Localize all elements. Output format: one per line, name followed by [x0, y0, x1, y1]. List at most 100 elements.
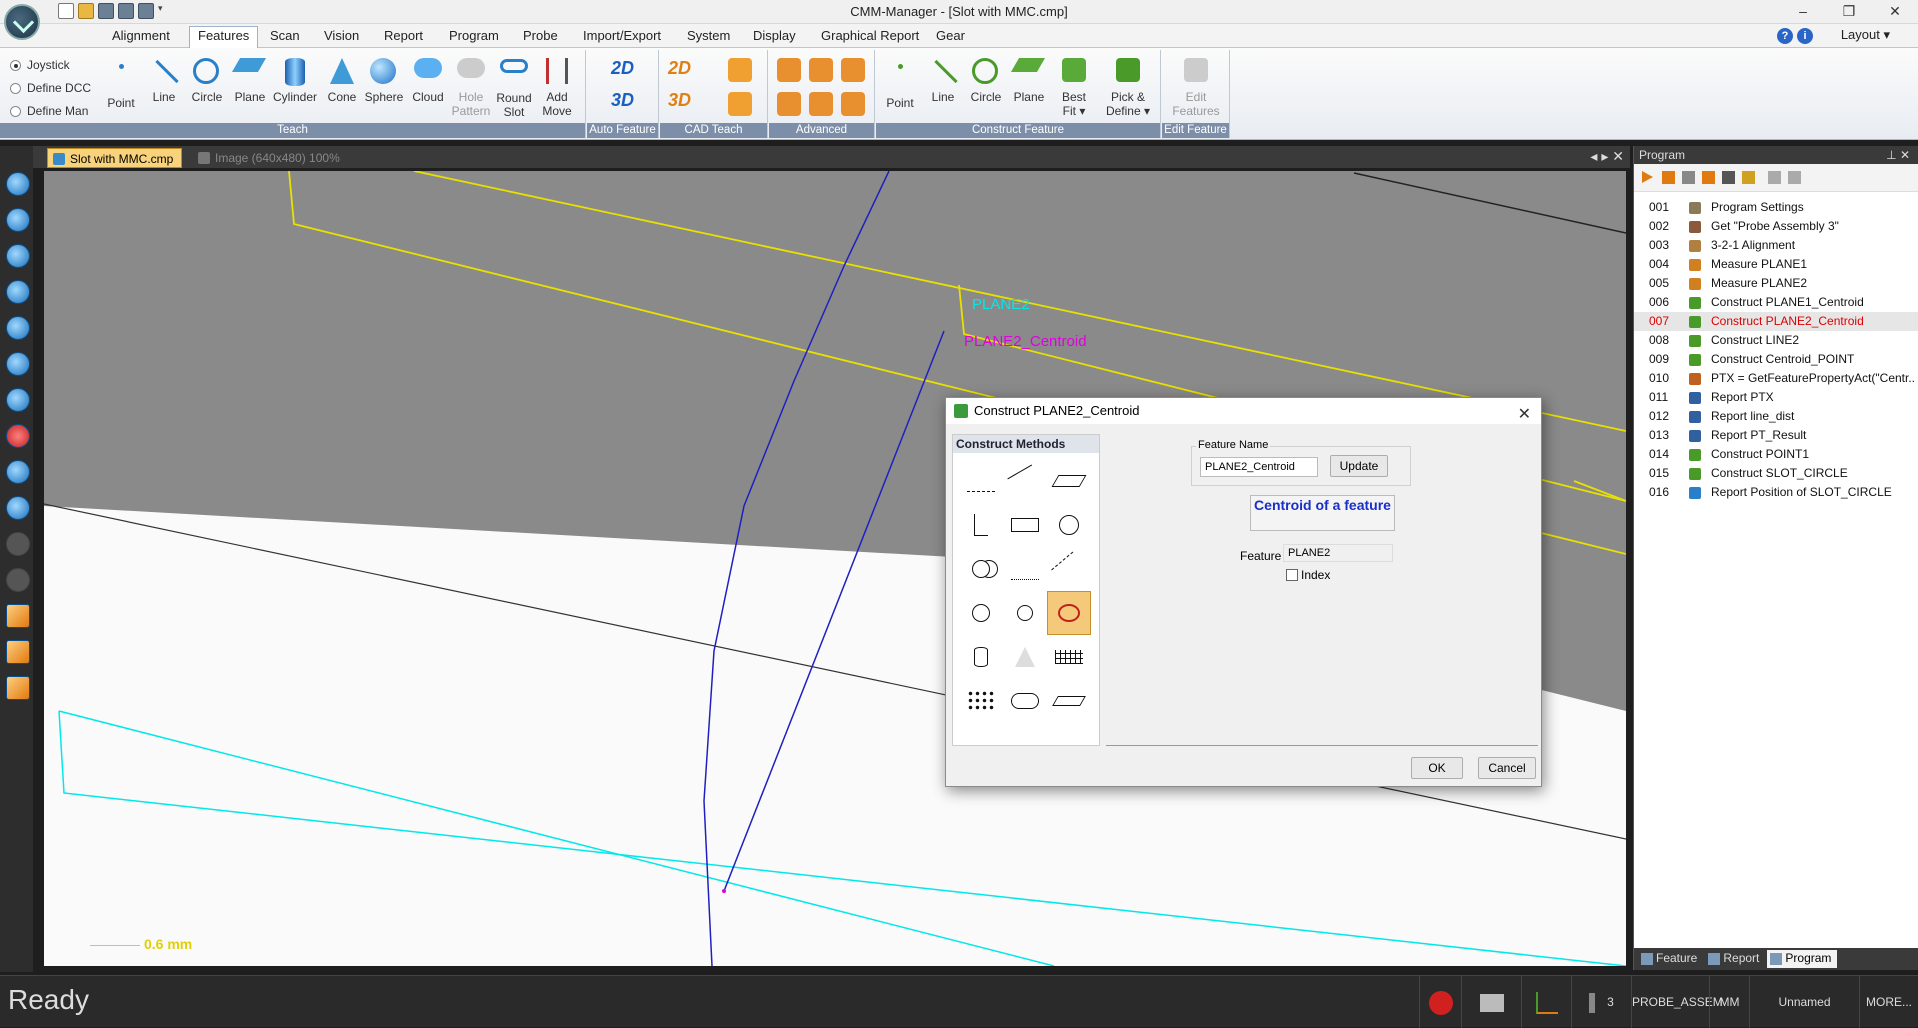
auto-3d-button[interactable]: 3D: [611, 90, 634, 111]
probe-name[interactable]: PROBE_ASSEM: [1631, 976, 1723, 1028]
method-circle-tangent[interactable]: [1003, 591, 1047, 635]
layout-menu[interactable]: Layout ▾: [1841, 27, 1890, 43]
method-two-circles[interactable]: [959, 547, 1003, 591]
tab-nav-close[interactable]: ◂ ▸ ✕: [1590, 148, 1624, 165]
program-row[interactable]: 011 Report PTX: [1634, 388, 1918, 407]
info-icon[interactable]: i: [1797, 28, 1813, 44]
best-fit-button[interactable]: Best Fit ▾: [1054, 52, 1094, 124]
emergency-stop-icon[interactable]: [1419, 976, 1461, 1028]
joystick-radio[interactable]: Joystick: [10, 58, 70, 72]
method-cylinder-axis[interactable]: [959, 635, 1003, 679]
method-scatter-points[interactable]: [1003, 547, 1047, 591]
ok-button[interactable]: OK: [1411, 757, 1463, 779]
units[interactable]: MM: [1709, 976, 1749, 1028]
teach-sphere-button[interactable]: Sphere: [362, 52, 406, 124]
menu-system[interactable]: System: [679, 27, 738, 47]
construct-line-button[interactable]: Line: [921, 52, 965, 124]
menu-vision[interactable]: Vision: [316, 27, 367, 47]
advanced-tool-5-icon[interactable]: [809, 92, 833, 116]
menu-program[interactable]: Program: [441, 27, 507, 47]
feature-input[interactable]: PLANE2: [1283, 544, 1393, 562]
pan-icon[interactable]: [6, 352, 30, 376]
method-offset-point[interactable]: [1047, 547, 1091, 591]
define-dcc-radio[interactable]: Define DCC: [10, 81, 91, 95]
menu-features[interactable]: Features: [189, 26, 259, 48]
program-row[interactable]: 015 Construct SLOT_CIRCLE: [1634, 464, 1918, 483]
more-button[interactable]: MORE...: [1859, 976, 1918, 1028]
method-cone-axis[interactable]: [1003, 635, 1047, 679]
probe-tool-icon[interactable]: [1722, 171, 1735, 184]
wireframe-cube-icon[interactable]: [6, 604, 30, 628]
panel-pin-close[interactable]: ⊥ ✕: [1886, 146, 1910, 164]
shaded-cube-icon[interactable]: [6, 640, 30, 664]
cancel-button[interactable]: Cancel: [1478, 757, 1536, 779]
menu-scan[interactable]: Scan: [262, 27, 308, 47]
teach-line-button[interactable]: Line: [142, 52, 186, 124]
probe-status[interactable]: 3: [1571, 976, 1631, 1028]
method-points-line[interactable]: [959, 459, 1003, 503]
program-row[interactable]: 012 Report line_dist: [1634, 407, 1918, 426]
advanced-tool-1-icon[interactable]: [777, 58, 801, 82]
machine-icon[interactable]: [1461, 976, 1521, 1028]
method-grid[interactable]: [1047, 635, 1091, 679]
cad-2d-button[interactable]: 2D: [668, 58, 691, 79]
tab-feature[interactable]: Feature: [1638, 950, 1703, 968]
advanced-tool-2-icon[interactable]: [809, 58, 833, 82]
menu-gear[interactable]: Gear: [928, 27, 973, 47]
method-plane-project[interactable]: [1047, 459, 1091, 503]
method-perpendicular[interactable]: [959, 503, 1003, 547]
method-plane-point[interactable]: [1003, 503, 1047, 547]
construct-plane-button[interactable]: Plane: [1007, 52, 1051, 124]
cad-3d-button[interactable]: 3D: [668, 90, 691, 111]
teach-plane-button[interactable]: Plane: [228, 52, 272, 124]
program-row[interactable]: 001 Program Settings: [1634, 198, 1918, 217]
app-logo-icon[interactable]: [4, 4, 40, 40]
auto-2d-button[interactable]: 2D: [611, 58, 634, 79]
checkbox-box[interactable]: [1286, 569, 1298, 581]
tab-slot-with-mmc[interactable]: Slot with MMC.cmp: [47, 148, 183, 168]
method-plane-section[interactable]: [1047, 679, 1091, 723]
minimize-button[interactable]: –: [1780, 0, 1826, 24]
zoom-window-icon[interactable]: [6, 280, 30, 304]
zoom-in-icon[interactable]: [6, 172, 30, 196]
program-row[interactable]: 009 Construct Centroid_POINT: [1634, 350, 1918, 369]
method-centroid[interactable]: [1047, 591, 1091, 635]
stop-icon[interactable]: [1682, 171, 1695, 184]
program-row[interactable]: 007 Construct PLANE2_Centroid: [1634, 312, 1918, 331]
run-from-icon[interactable]: [1702, 171, 1715, 184]
program-row[interactable]: 006 Construct PLANE1_Centroid: [1634, 293, 1918, 312]
menu-graphical-report[interactable]: Graphical Report: [813, 27, 927, 47]
program-row[interactable]: 008 Construct LINE2: [1634, 331, 1918, 350]
feature-name-input[interactable]: PLANE2_Centroid: [1200, 457, 1318, 477]
zoom-extents-icon[interactable]: [6, 316, 30, 340]
program-row[interactable]: 002 Get "Probe Assembly 3": [1634, 217, 1918, 236]
help-icon[interactable]: ?: [1777, 28, 1793, 44]
menu-display[interactable]: Display: [745, 27, 804, 47]
teach-cone-button[interactable]: Cone: [320, 52, 364, 124]
teach-cylinder-button[interactable]: Cylinder: [273, 52, 317, 124]
method-point-cloud[interactable]: [959, 679, 1003, 723]
teach-round-slot-button[interactable]: Round Slot: [492, 52, 536, 124]
view-eye-icon[interactable]: [6, 460, 30, 484]
close-window-button[interactable]: ✕: [1872, 0, 1918, 24]
method-cloud-fit[interactable]: [1003, 679, 1047, 723]
advanced-tool-3-icon[interactable]: [841, 58, 865, 82]
cad-cloud-icon[interactable]: [728, 58, 752, 82]
menu-probe[interactable]: Probe: [515, 27, 566, 47]
teach-cloud-button[interactable]: Cloud: [406, 52, 450, 124]
index-checkbox[interactable]: Index: [1286, 568, 1330, 582]
tab-program[interactable]: Program: [1767, 950, 1838, 968]
program-row[interactable]: 004 Measure PLANE1: [1634, 255, 1918, 274]
step-icon[interactable]: [1662, 171, 1675, 184]
update-button[interactable]: Update: [1330, 455, 1388, 477]
program-name[interactable]: Unnamed: [1749, 976, 1859, 1028]
advanced-tool-6-icon[interactable]: [841, 92, 865, 116]
dialog-close-button[interactable]: ✕: [1518, 402, 1531, 428]
construct-point-button[interactable]: Point: [878, 52, 922, 124]
construct-circle-button[interactable]: Circle: [964, 52, 1008, 124]
axes-icon[interactable]: [1521, 976, 1571, 1028]
program-row[interactable]: 013 Report PT_Result: [1634, 426, 1918, 445]
menu-report[interactable]: Report: [376, 27, 431, 47]
pick-define-button[interactable]: Pick & Define ▾: [1102, 52, 1154, 124]
program-row[interactable]: 010 PTX = GetFeaturePropertyAct("Centr...: [1634, 369, 1918, 388]
